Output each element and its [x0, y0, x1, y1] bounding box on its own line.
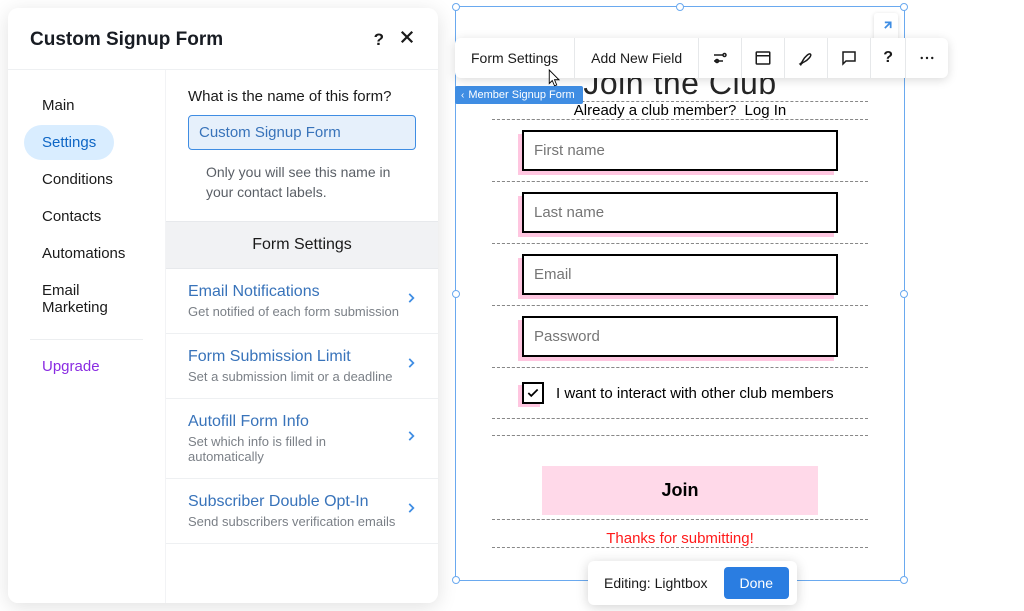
- form-subtitle-text: Already a club member?: [574, 102, 737, 119]
- setting-title: Form Submission Limit: [188, 348, 393, 366]
- chevron-right-icon: [404, 501, 418, 520]
- setting-text: Autofill Form Info Set which info is fil…: [188, 413, 404, 464]
- panel-content: What is the name of this form? Only you …: [166, 70, 438, 603]
- password-input[interactable]: [522, 316, 838, 357]
- form-name-label: What is the name of this form?: [188, 88, 416, 105]
- close-icon[interactable]: [398, 28, 416, 51]
- sidebar-item-conditions[interactable]: Conditions: [24, 162, 131, 197]
- element-toolbar: Form Settings Add New Field ?: [455, 38, 948, 78]
- join-row: Join: [492, 435, 868, 520]
- panel-sidebar: Main Settings Conditions Contacts Automa…: [8, 70, 166, 603]
- settings-panel: Custom Signup Form ? Main Settings Condi…: [8, 8, 438, 603]
- toolbar-label: Add New Field: [591, 50, 682, 66]
- join-button[interactable]: Join: [542, 466, 818, 515]
- chevron-right-icon: [404, 291, 418, 310]
- panel-header-actions: ?: [374, 28, 416, 51]
- setting-text: Subscriber Double Opt-In Send subscriber…: [188, 493, 395, 529]
- sidebar-item-contacts[interactable]: Contacts: [24, 199, 119, 234]
- section-header-form-settings: Form Settings: [166, 221, 438, 269]
- resize-handle[interactable]: [452, 576, 460, 584]
- checkbox-icon: [522, 382, 544, 404]
- consent-label: I want to interact with other club membe…: [556, 385, 834, 402]
- sidebar-item-label: Conditions: [42, 171, 113, 188]
- sidebar-item-label: Automations: [42, 245, 125, 262]
- sidebar-upgrade[interactable]: Upgrade: [24, 350, 118, 383]
- sidebar-item-automations[interactable]: Automations: [24, 236, 143, 271]
- email-input[interactable]: [522, 254, 838, 295]
- sidebar-upgrade-label: Upgrade: [42, 358, 100, 375]
- setting-autofill[interactable]: Autofill Form Info Set which info is fil…: [166, 399, 438, 479]
- form-preview[interactable]: Join the Club Already a club member? Log…: [464, 47, 896, 572]
- first-name-input[interactable]: [522, 130, 838, 171]
- panel-body: Main Settings Conditions Contacts Automa…: [8, 70, 438, 603]
- setting-sub: Get notified of each form submission: [188, 304, 399, 319]
- help-icon[interactable]: ?: [374, 30, 384, 50]
- thanks-message[interactable]: Thanks for submitting!: [492, 519, 868, 548]
- settings-sliders-icon[interactable]: [699, 38, 742, 78]
- more-icon[interactable]: [906, 38, 948, 78]
- resize-handle[interactable]: [452, 290, 460, 298]
- setting-text: Email Notifications Get notified of each…: [188, 283, 399, 319]
- resize-handle[interactable]: [676, 3, 684, 11]
- panel-title: Custom Signup Form: [30, 29, 223, 51]
- breadcrumb-tag[interactable]: ‹ Member Signup Form: [455, 86, 583, 104]
- comment-icon[interactable]: [828, 38, 871, 78]
- spacer-row: [492, 418, 868, 436]
- sidebar-divider: [30, 339, 143, 340]
- toolbar-help-icon[interactable]: ?: [871, 38, 906, 78]
- field-last-name[interactable]: [492, 181, 868, 244]
- field-first-name[interactable]: [492, 119, 868, 182]
- setting-email-notifications[interactable]: Email Notifications Get notified of each…: [166, 269, 438, 334]
- resize-handle[interactable]: [452, 3, 460, 11]
- setting-sub: Send subscribers verification emails: [188, 514, 395, 529]
- consent-row[interactable]: I want to interact with other club membe…: [492, 367, 868, 419]
- editing-bar: Editing: Lightbox Done: [588, 561, 797, 605]
- help-label: ?: [883, 49, 893, 67]
- resize-handle[interactable]: [900, 290, 908, 298]
- form-name-input[interactable]: [188, 115, 416, 150]
- consent-checkbox[interactable]: [522, 382, 544, 404]
- sidebar-item-label: Main: [42, 97, 75, 114]
- setting-sub: Set which info is filled in automaticall…: [188, 434, 404, 464]
- chevron-right-icon: [404, 356, 418, 375]
- chevron-right-icon: [404, 429, 418, 448]
- setting-title: Subscriber Double Opt-In: [188, 493, 395, 511]
- toolbar-label: Form Settings: [471, 50, 558, 66]
- setting-text: Form Submission Limit Set a submission l…: [188, 348, 393, 384]
- editing-label: Editing: Lightbox: [604, 575, 708, 591]
- toolbar-add-new-field[interactable]: Add New Field: [575, 38, 699, 78]
- chevron-left-icon: ‹: [461, 90, 464, 101]
- resize-handle[interactable]: [900, 3, 908, 11]
- sidebar-item-label: Email Marketing: [42, 282, 108, 316]
- sidebar-item-main[interactable]: Main: [24, 88, 93, 123]
- expand-icon[interactable]: [874, 13, 898, 41]
- last-name-input[interactable]: [522, 192, 838, 233]
- form-login-link[interactable]: Log In: [745, 102, 787, 119]
- cursor-pointer-icon: [544, 68, 562, 95]
- panel-header: Custom Signup Form ?: [8, 8, 438, 70]
- sidebar-item-label: Contacts: [42, 208, 101, 225]
- setting-sub: Set a submission limit or a deadline: [188, 369, 393, 384]
- design-icon[interactable]: [785, 38, 828, 78]
- done-button[interactable]: Done: [724, 567, 789, 599]
- sidebar-item-settings[interactable]: Settings: [24, 125, 114, 160]
- setting-title: Email Notifications: [188, 283, 399, 301]
- setting-title: Autofill Form Info: [188, 413, 404, 431]
- layout-icon[interactable]: [742, 38, 785, 78]
- resize-handle[interactable]: [900, 576, 908, 584]
- setting-submission-limit[interactable]: Form Submission Limit Set a submission l…: [166, 334, 438, 399]
- field-password[interactable]: [492, 305, 868, 368]
- field-email[interactable]: [492, 243, 868, 306]
- sidebar-item-label: Settings: [42, 134, 96, 151]
- sidebar-item-email-marketing[interactable]: Email Marketing: [24, 273, 155, 325]
- form-name-block: What is the name of this form? Only you …: [166, 70, 438, 221]
- setting-double-opt-in[interactable]: Subscriber Double Opt-In Send subscriber…: [166, 479, 438, 544]
- form-name-help: Only you will see this name in your cont…: [188, 162, 416, 203]
